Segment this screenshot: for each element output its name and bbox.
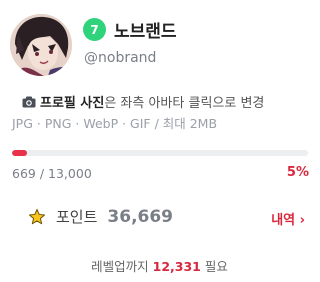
profile-name-row: 7 노브랜드: [83, 17, 177, 42]
level-up-amount: 12,331: [152, 259, 201, 274]
experience-progress-bar: [12, 150, 308, 156]
experience-progress-fill: [12, 150, 27, 156]
level-up-requirement: 레벨업까지 12,331 필요: [0, 256, 319, 275]
level-up-suffix: 필요: [200, 259, 228, 274]
experience-total: 13,000: [48, 166, 92, 181]
avatar[interactable]: [10, 14, 72, 76]
profile-photo-hint: 프로필 사진은 좌측 아바타 클릭으로 변경: [22, 92, 264, 111]
username: 노브랜드: [114, 22, 177, 42]
level-up-prefix: 레벨업까지: [91, 259, 153, 274]
level-badge: 7: [83, 18, 106, 41]
photo-hint-text: 은 좌측 아바타 클릭으로 변경: [104, 96, 265, 111]
anime-character-avatar-icon: [10, 14, 72, 76]
user-handle: @nobrand: [84, 50, 157, 66]
camera-icon: [22, 96, 36, 107]
points-history-link[interactable]: 내역 ›: [271, 209, 305, 228]
experience-current: 669: [12, 166, 36, 181]
points-label: 포인트: [56, 208, 98, 226]
photo-hint-bold: 프로필 사진: [40, 96, 105, 111]
star-icon: [29, 208, 45, 224]
points-row: 포인트 36,669: [28, 206, 173, 227]
experience-separator: /: [35, 166, 49, 181]
experience-count: 669 / 13,000: [12, 166, 92, 181]
points-value: 36,669: [107, 206, 174, 227]
experience-percent: 5%: [286, 165, 309, 180]
allowed-formats: JPG · PNG · WebP · GIF / 최대 2MB: [12, 116, 218, 131]
